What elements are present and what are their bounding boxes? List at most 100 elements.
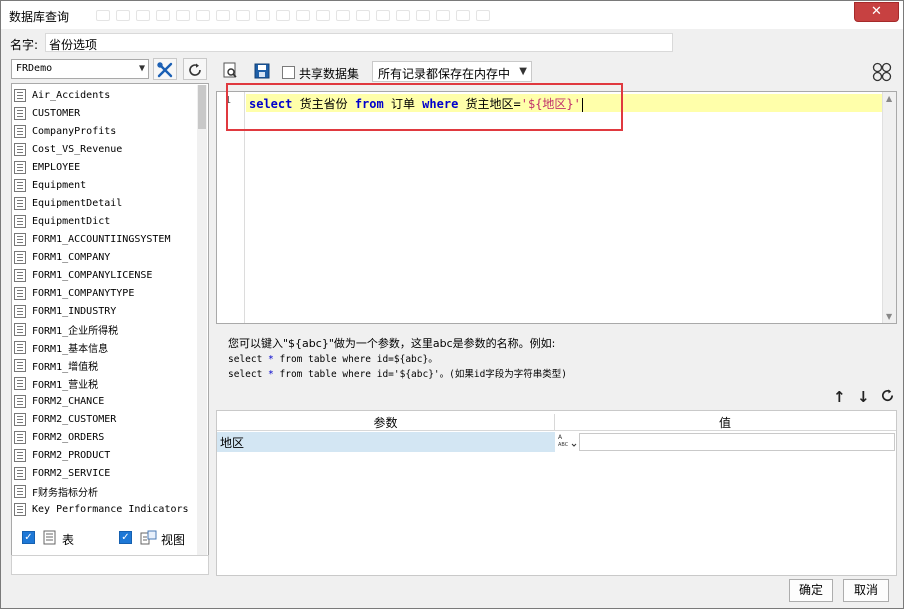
- parameter-table: 参数 值 地区 A ABC: [216, 410, 897, 576]
- dialog-footer: 确定 取消: [1, 577, 903, 609]
- list-item-label: FORM1_COMPANY: [32, 251, 111, 263]
- table-icon: [14, 124, 26, 138]
- table-icon: [14, 196, 26, 210]
- table-icon: [14, 214, 26, 228]
- list-item-label: FORM1_基本信息: [32, 343, 109, 355]
- list-item[interactable]: Air_Accidents: [14, 86, 196, 104]
- refresh-params-icon[interactable]: [880, 388, 895, 407]
- list-item[interactable]: FORM1_企业所得税: [14, 320, 196, 338]
- name-row: 名字: 省份选项: [1, 32, 903, 54]
- list-item[interactable]: EquipmentDetail: [14, 194, 196, 212]
- list-item[interactable]: CUSTOMER: [14, 104, 196, 122]
- list-item[interactable]: F财务指标分析: [14, 482, 196, 500]
- list-item[interactable]: EMPLOYEE: [14, 158, 196, 176]
- svg-text:A: A: [558, 434, 563, 441]
- list-item-label: FORM2_PRODUCT: [32, 449, 111, 461]
- close-button[interactable]: ✕: [854, 2, 899, 22]
- table-checkbox[interactable]: ✓: [22, 531, 35, 544]
- move-down-icon[interactable]: ↓: [857, 388, 870, 406]
- parameter-table-header: 参数 值: [217, 411, 896, 431]
- scrollbar-thumb[interactable]: [198, 85, 206, 129]
- refresh-button[interactable]: [183, 58, 207, 80]
- list-item-label: FORM2_CUSTOMER: [32, 413, 117, 425]
- table-list-scrollbar[interactable]: [197, 85, 207, 573]
- list-item-label: Air_Accidents: [32, 89, 111, 101]
- list-item[interactable]: FORM1_增值税: [14, 356, 196, 374]
- table-checkbox-label: 表: [62, 533, 75, 547]
- column-header-value: 值: [718, 416, 731, 430]
- list-item[interactable]: FORM1_COMPANYLICENSE: [14, 266, 196, 284]
- scroll-up-icon[interactable]: ▲: [886, 94, 892, 103]
- list-item[interactable]: Key Performance Indicators: [14, 500, 196, 518]
- list-item-label: Key Performance Indicators: [32, 503, 189, 515]
- list-item[interactable]: FORM2_ORDERS: [14, 428, 196, 446]
- name-label: 名字:: [10, 38, 39, 52]
- move-up-icon[interactable]: ↑: [833, 388, 846, 406]
- table-icon: [14, 160, 26, 174]
- table-icon: [14, 394, 26, 408]
- table-icon: [14, 106, 26, 120]
- list-item-label: EquipmentDetail: [32, 197, 123, 209]
- table-list-items: Air_Accidents CUSTOMER CompanyProfits Cost_…: [14, 86, 196, 518]
- list-item-label: FORM1_增值税: [32, 361, 99, 373]
- editor-scrollbar[interactable]: ▲ ▼: [882, 92, 896, 323]
- table-icon: [14, 304, 26, 318]
- list-item-label: FORM1_ACCOUNTIINGSYSTEM: [32, 233, 171, 245]
- view-checkbox[interactable]: ✓: [119, 531, 132, 544]
- table-list[interactable]: Air_Accidents CUSTOMER CompanyProfits Cost_…: [11, 83, 209, 575]
- name-input[interactable]: 省份选项: [45, 33, 673, 52]
- title-bar: 数据库查询 ✕: [1, 1, 903, 29]
- sql-editor[interactable]: 1 select 货主省份 from 订单 where 货主地区='${地区}'…: [216, 83, 897, 324]
- preview-icon[interactable]: [222, 62, 240, 80]
- hint-example-1: select * from table where id=${abc}。: [228, 354, 438, 365]
- table-icon: [14, 430, 26, 444]
- table-icon: [14, 142, 26, 156]
- connection-settings-button[interactable]: [153, 58, 177, 80]
- save-sql-icon[interactable]: [253, 62, 271, 80]
- list-item[interactable]: FORM1_COMPANY: [14, 248, 196, 266]
- list-item[interactable]: CompanyProfits: [14, 122, 196, 140]
- list-item[interactable]: FORM2_CHANCE: [14, 392, 196, 410]
- table-icon: [14, 268, 26, 282]
- list-item[interactable]: FORM1_COMPANYTYPE: [14, 284, 196, 302]
- list-item-label: EquipmentDict: [32, 215, 111, 227]
- storage-mode-select[interactable]: 所有记录都保存在内存中 ▼: [372, 61, 532, 82]
- param-value-input[interactable]: [579, 433, 895, 451]
- list-item-label: CompanyProfits: [32, 125, 117, 137]
- cancel-button[interactable]: 取消: [843, 579, 889, 602]
- table-icon: [14, 412, 26, 426]
- filter-input[interactable]: [11, 555, 209, 575]
- table-icon: [14, 250, 26, 264]
- left-panel: FRDemo ▼ Air_Accidents CUSTOMER CompanyPro…: [10, 58, 210, 575]
- list-item[interactable]: FORM1_基本信息: [14, 338, 196, 356]
- list-item[interactable]: Cost_VS_Revenue: [14, 140, 196, 158]
- object-type-filter: ✓ 表 ✓ 视图: [10, 521, 210, 576]
- table-row[interactable]: 地区 A ABC: [217, 432, 896, 452]
- table-icon: [14, 340, 26, 354]
- list-item[interactable]: FORM2_PRODUCT: [14, 446, 196, 464]
- list-item-label: FORM1_企业所得税: [32, 325, 119, 337]
- ok-button[interactable]: 确定: [789, 579, 833, 602]
- list-item[interactable]: Equipment: [14, 176, 196, 194]
- datasource-value: FRDemo: [16, 63, 53, 74]
- query-dialog: 数据库查询 ✕ 名字: 省份选项 FRDemo ▼ Air_Accidents …: [0, 0, 904, 609]
- scroll-down-icon[interactable]: ▼: [886, 312, 892, 321]
- list-item[interactable]: FORM1_营业税: [14, 374, 196, 392]
- tools-icon: [157, 62, 173, 78]
- list-item-label: F财务指标分析: [32, 487, 99, 499]
- list-item[interactable]: FORM1_ACCOUNTIINGSYSTEM: [14, 230, 196, 248]
- list-item[interactable]: FORM2_SERVICE: [14, 464, 196, 482]
- share-dataset-checkbox[interactable]: [282, 66, 295, 79]
- layout-grid-icon[interactable]: [872, 62, 892, 85]
- list-item[interactable]: FORM2_CUSTOMER: [14, 410, 196, 428]
- table-icon: [14, 286, 26, 300]
- list-item-label: FORM1_COMPANYLICENSE: [32, 269, 153, 281]
- parameter-hint: 您可以键入"${abc}"做为一个参数，这里abc是参数的名称。例如: sele…: [228, 335, 828, 381]
- editor-toolbar: 共享数据集 所有记录都保存在内存中 ▼: [215, 58, 897, 86]
- list-item[interactable]: EquipmentDict: [14, 212, 196, 230]
- param-name-cell[interactable]: 地区: [217, 432, 555, 452]
- datasource-select[interactable]: FRDemo ▼: [11, 59, 149, 79]
- string-type-icon[interactable]: A ABC: [556, 433, 578, 451]
- list-item[interactable]: FORM1_INDUSTRY: [14, 302, 196, 320]
- chevron-down-icon: ▼: [519, 66, 527, 77]
